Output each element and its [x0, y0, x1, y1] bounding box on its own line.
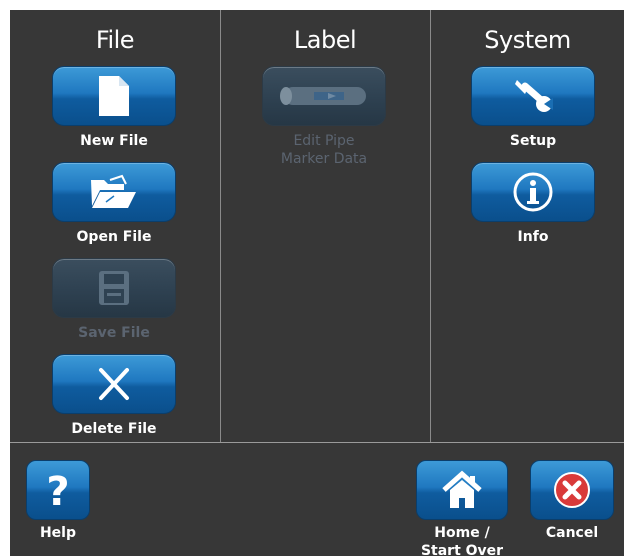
home-start-over-label: Home / Start Over — [406, 524, 518, 556]
new-file-button[interactable] — [52, 66, 176, 126]
main-menu-screen: File New File Open File Save File Delete… — [10, 10, 624, 556]
floppy-disk-icon — [99, 271, 129, 305]
home-start-over-button[interactable] — [416, 460, 508, 520]
label-column-title: Label — [293, 26, 357, 54]
cancel-icon — [554, 472, 590, 508]
info-button[interactable] — [471, 162, 595, 222]
help-label: Help — [39, 525, 77, 541]
system-column: System Setup Info — [431, 10, 624, 442]
bottom-bar-divider — [10, 442, 624, 443]
document-icon — [99, 76, 129, 116]
file-column-title: File — [95, 26, 135, 54]
setup-tile[interactable]: Setup — [471, 66, 595, 150]
edit-pipe-marker-data-tile[interactable]: Edit Pipe Marker Data — [262, 66, 386, 168]
home-icon — [442, 470, 482, 508]
edit-pipe-marker-data-button[interactable] — [262, 66, 386, 126]
wrench-icon — [515, 80, 553, 112]
save-file-tile[interactable]: Save File — [52, 258, 176, 342]
open-file-label: Open File — [76, 229, 152, 245]
open-folder-icon — [91, 174, 136, 208]
info-icon — [513, 172, 553, 212]
setup-button[interactable] — [471, 66, 595, 126]
file-column: File New File Open File Save File Delete… — [10, 10, 220, 442]
save-file-label: Save File — [78, 325, 150, 341]
open-file-button[interactable] — [52, 162, 176, 222]
help-button[interactable]: ? — [26, 460, 90, 520]
question-mark-icon: ? — [46, 469, 69, 512]
system-column-title: System — [484, 26, 571, 54]
svg-text:?: ? — [46, 469, 69, 512]
save-file-button[interactable] — [52, 258, 176, 318]
info-tile[interactable]: Info — [471, 162, 595, 246]
edit-pipe-label-line2: Marker Data — [280, 151, 368, 167]
setup-label: Setup — [509, 133, 557, 149]
home-label-line2: Start Over — [420, 543, 504, 556]
cancel-label: Cancel — [545, 525, 599, 541]
new-file-label: New File — [80, 133, 148, 149]
edit-pipe-marker-data-label: Edit Pipe Marker Data — [262, 132, 386, 168]
home-label-line1: Home / — [434, 525, 490, 541]
pipe-icon — [280, 87, 366, 105]
x-icon — [99, 368, 129, 400]
cancel-button[interactable] — [530, 460, 614, 520]
open-file-tile[interactable]: Open File — [52, 162, 176, 246]
delete-file-button[interactable] — [52, 354, 176, 414]
new-file-tile[interactable]: New File — [52, 66, 176, 150]
delete-file-tile[interactable]: Delete File — [52, 354, 176, 438]
label-column: Label Edit Pipe Marker Data — [221, 10, 429, 442]
info-label: Info — [517, 229, 549, 245]
edit-pipe-label-line1: Edit Pipe — [293, 133, 355, 149]
delete-file-label: Delete File — [71, 421, 157, 437]
